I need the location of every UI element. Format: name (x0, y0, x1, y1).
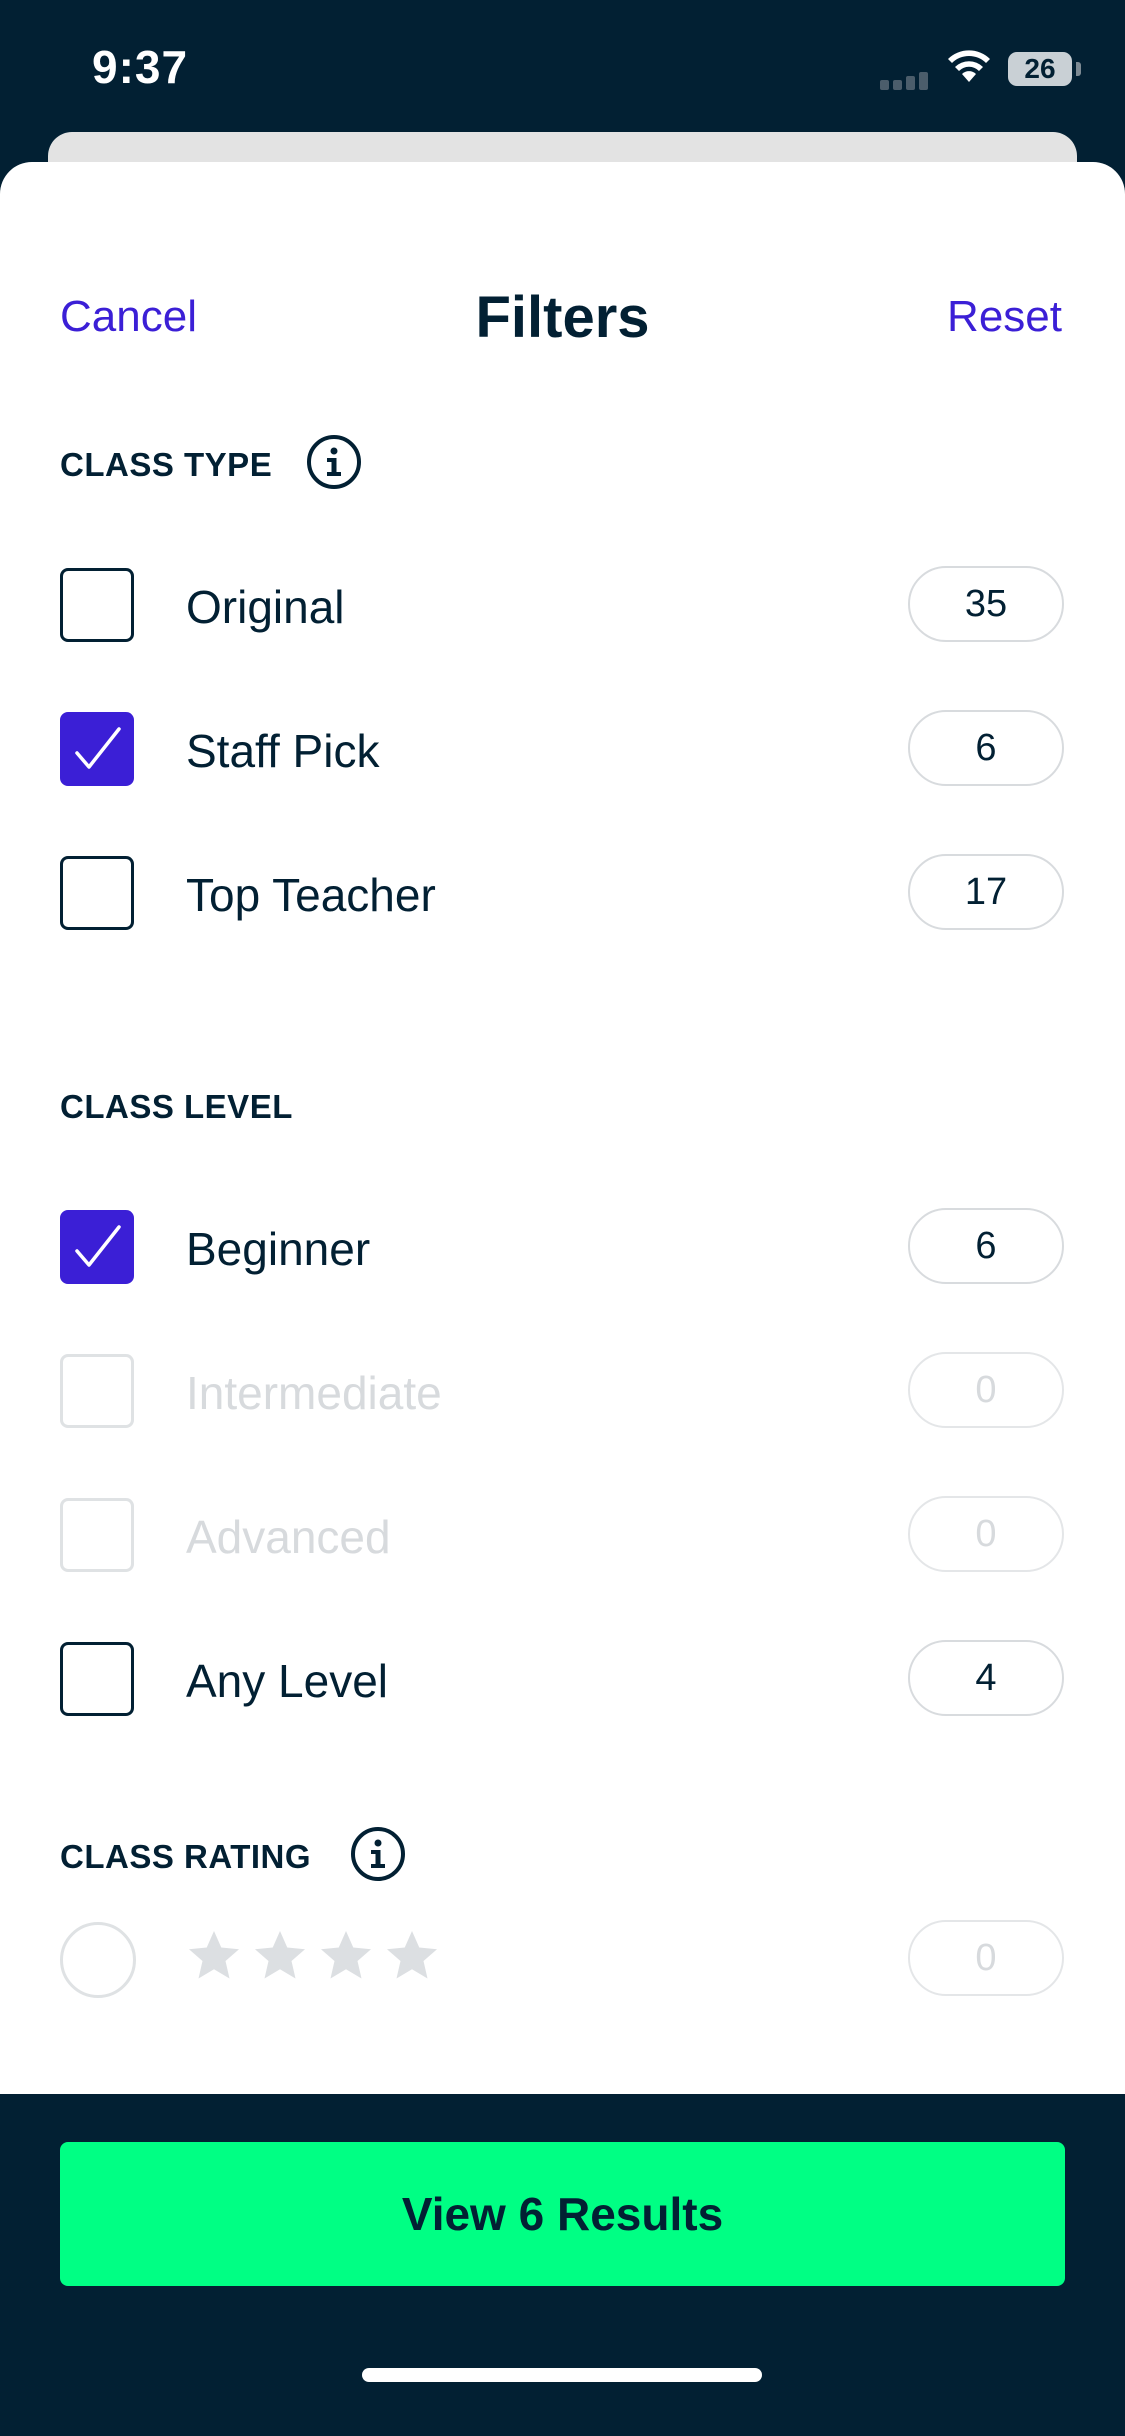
option-label: Original (186, 581, 345, 633)
star-icon (321, 1931, 371, 1979)
count-badge: 17 (908, 854, 1064, 930)
count-badge: 6 (908, 710, 1064, 786)
checkbox[interactable] (60, 1642, 134, 1716)
star-icon (387, 1931, 437, 1979)
option-label: Intermediate (186, 1367, 442, 1419)
filter-option-any-level[interactable]: Any Level 4 (0, 1640, 1125, 1720)
class-level-heading: CLASS LEVEL (60, 1088, 293, 1125)
star-icon (189, 1931, 239, 1979)
count-badge: 35 (908, 566, 1064, 642)
filter-option-rating-4-stars: 0 (0, 1920, 1125, 2000)
count-badge: 0 (908, 1920, 1064, 1996)
filter-option-original[interactable]: Original 35 (0, 566, 1125, 646)
filter-option-staff-pick[interactable]: Staff Pick 6 (0, 710, 1125, 790)
battery-tip (1076, 62, 1081, 76)
reset-button[interactable]: Reset (947, 292, 1062, 342)
option-label: Any Level (186, 1655, 389, 1707)
view-results-button[interactable]: View 6 Results (60, 2142, 1065, 2286)
option-label: Beginner (186, 1223, 371, 1275)
star-icon (255, 1931, 305, 1979)
class-type-info-icon[interactable] (306, 434, 362, 490)
checkbox-checked[interactable] (60, 712, 134, 786)
count-badge: 6 (908, 1208, 1064, 1284)
option-label: Advanced (186, 1511, 391, 1563)
filter-option-intermediate: Intermediate 0 (0, 1352, 1125, 1432)
radio-button-disabled (60, 1922, 136, 1998)
checkbox-checked[interactable] (60, 1210, 134, 1284)
cellular-signal-icon (880, 72, 932, 90)
class-type-heading: CLASS TYPE (60, 446, 273, 483)
count-badge: 0 (908, 1496, 1064, 1572)
class-rating-heading: CLASS RATING (60, 1838, 312, 1875)
filters-sheet: Cancel Filters Reset CLASS TYPE Original… (0, 162, 1125, 2094)
count-badge: 4 (908, 1640, 1064, 1716)
class-rating-info-icon[interactable] (350, 1826, 406, 1882)
status-time: 9:37 (92, 41, 189, 93)
status-bar: 9:37 26 (0, 0, 1125, 140)
option-label: Top Teacher (186, 869, 436, 921)
checkmark-icon (75, 727, 121, 769)
checkbox[interactable] (60, 568, 134, 642)
count-badge: 0 (908, 1352, 1064, 1428)
battery-icon: 26 (1008, 52, 1072, 86)
filter-option-advanced: Advanced 0 (0, 1496, 1125, 1576)
filter-option-beginner[interactable]: Beginner 6 (0, 1208, 1125, 1288)
home-indicator[interactable] (362, 2368, 762, 2382)
footer-bar: View 6 Results (0, 2094, 1125, 2436)
wifi-icon (948, 50, 990, 82)
checkbox-disabled (60, 1354, 134, 1428)
filter-option-top-teacher[interactable]: Top Teacher 17 (0, 854, 1125, 934)
option-label: Staff Pick (186, 725, 380, 777)
star-rating (184, 1926, 448, 1991)
checkbox[interactable] (60, 856, 134, 930)
checkmark-icon (75, 1225, 121, 1267)
checkbox-disabled (60, 1498, 134, 1572)
